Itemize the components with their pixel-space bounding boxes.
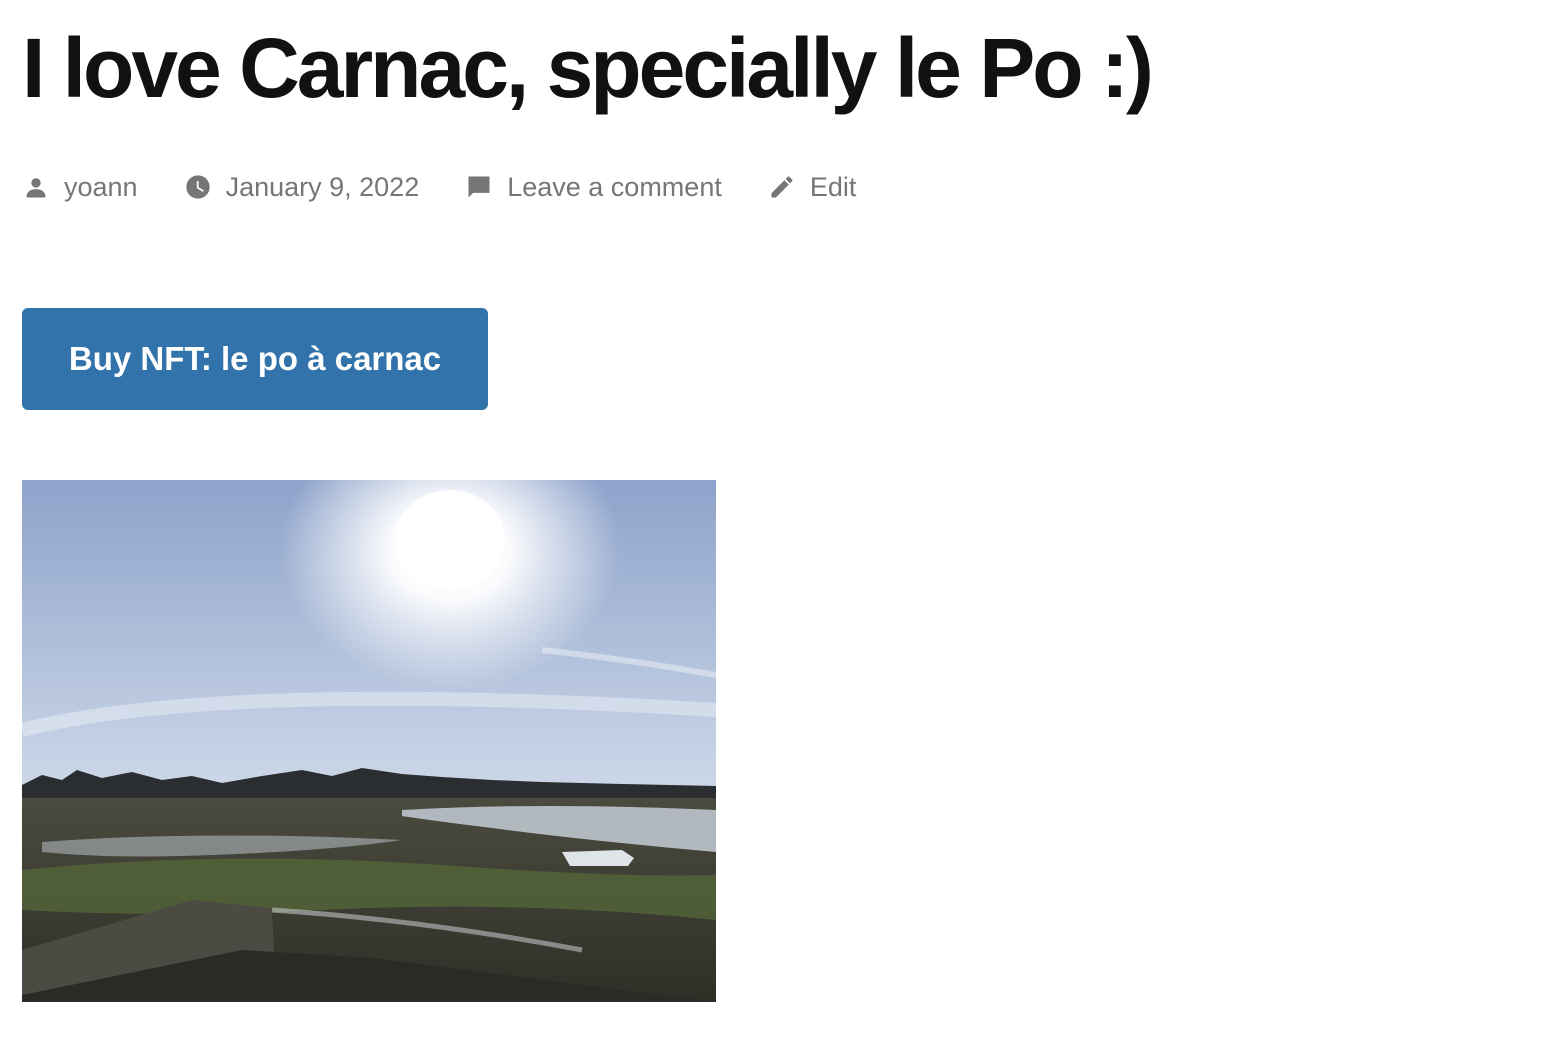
leave-comment-label: Leave a comment — [507, 171, 722, 202]
pencil-icon — [768, 173, 796, 201]
author-name: yoann — [64, 171, 138, 202]
carnac-photo[interactable] — [22, 480, 716, 1002]
post-date: January 9, 2022 — [225, 171, 420, 202]
post-title: I love Carnac, specially le Po :) — [22, 21, 1154, 115]
author-link[interactable]: yoann — [22, 172, 138, 203]
leave-comment-link[interactable]: Leave a comment — [465, 172, 722, 203]
sun — [395, 490, 505, 590]
post-meta: yoann January 9, 2022 Leave a comment Ed… — [22, 166, 902, 208]
edit-label: Edit — [809, 171, 857, 202]
person-icon — [22, 173, 50, 201]
edit-link[interactable]: Edit — [768, 171, 857, 203]
clock-icon — [184, 173, 212, 201]
comment-bubble-icon — [465, 173, 493, 201]
buy-nft-button[interactable]: Buy NFT: le po à carnac — [22, 308, 488, 410]
boat — [562, 850, 634, 866]
post-date-link[interactable]: January 9, 2022 — [184, 171, 420, 203]
